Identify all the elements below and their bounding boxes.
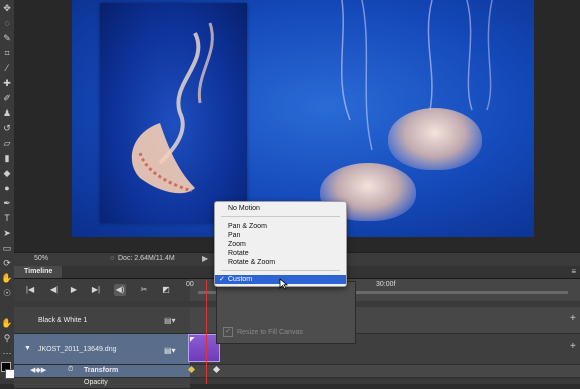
motion-dropdown-menu: No Motion Pan & Zoom Pan Zoom Rotate Rot… <box>214 201 347 287</box>
menu-item-rotate[interactable]: Rotate <box>215 249 346 258</box>
brush-tool-icon[interactable]: ✐ <box>1 92 13 104</box>
go-to-first-frame-icon[interactable]: |◀ <box>24 284 36 296</box>
motion-options-panel: ✓ Resize to Fill Canvas <box>216 281 356 344</box>
resize-checkbox-icon[interactable]: ✓ <box>223 327 233 337</box>
add-media-icon[interactable]: + <box>570 313 576 324</box>
eyedropper-tool-icon[interactable]: ⁄ <box>1 62 13 74</box>
ruler-start-label: 00 <box>186 281 194 288</box>
history-brush-icon[interactable]: ↺ <box>1 122 13 134</box>
menu-item-zoom[interactable]: Zoom <box>215 240 346 249</box>
timeline-tab[interactable]: Timeline <box>14 266 63 278</box>
quick-select-tool-icon[interactable]: ✎ <box>1 32 13 44</box>
shape-tool-icon[interactable]: ▭ <box>1 242 13 254</box>
audio-mute-icon[interactable]: ◀) <box>114 284 126 296</box>
rotate-view-tool-icon[interactable]: ☉ <box>1 287 13 299</box>
layer-row-jkost[interactable]: ▼ JKOST_2011_13649.dng ▤▾ <box>14 334 190 365</box>
document-size-info: Doc: 2.64M/11.4M <box>118 255 175 262</box>
property-name: Opacity <box>84 379 108 386</box>
stamp-tool-icon[interactable]: ♟ <box>1 107 13 119</box>
layer-name: Black & White 1 <box>38 317 88 324</box>
menu-item-label: Custom <box>228 276 253 283</box>
healing-brush-icon[interactable]: ✚ <box>1 77 13 89</box>
ruler-end-label: 30:00f <box>376 281 396 288</box>
split-at-playhead-icon[interactable]: ✂ <box>138 284 150 296</box>
zoom-tool-icon[interactable]: ⚲ <box>1 332 13 344</box>
layer-name: JKOST_2011_13649.dng <box>38 346 117 353</box>
status-menu-arrow-icon[interactable]: ▶ <box>202 254 208 263</box>
stopwatch-icon[interactable]: ⏱ <box>68 366 73 374</box>
playhead-line[interactable] <box>206 280 207 384</box>
menu-separator <box>221 216 340 217</box>
jellyfish-bell-right <box>388 108 482 170</box>
film-strip-icon[interactable]: ▤▾ <box>164 346 176 355</box>
tools-panel: ✥ ◌ ✎ ⌗ ⁄ ✚ ✐ ♟ ↺ ▱ ▮ ◆ ● ✒ T ➤ ▭ ⟳ ✋ ☉ … <box>0 0 15 384</box>
mouse-pointer-icon <box>279 278 288 290</box>
panel-menu-icon[interactable]: ≡ <box>571 266 576 278</box>
pen-tool-icon[interactable]: ✒ <box>1 197 13 209</box>
next-frame-icon[interactable]: ▶| <box>90 284 102 296</box>
eraser-tool-icon[interactable]: ▱ <box>1 137 13 149</box>
add-media-icon[interactable]: + <box>570 341 576 352</box>
3d-tool-icon[interactable]: ⟳ <box>1 257 13 269</box>
move-tool-icon[interactable]: ✥ <box>1 2 13 14</box>
property-name: Transform <box>84 367 119 374</box>
film-strip-icon[interactable]: ▤▾ <box>164 316 176 325</box>
lasso-tool-icon[interactable]: ◌ <box>1 17 13 29</box>
path-select-tool-icon[interactable]: ➤ <box>1 227 13 239</box>
crop-tool-icon[interactable]: ⌗ <box>1 47 13 59</box>
menu-item-pan[interactable]: Pan <box>215 231 346 240</box>
play-icon[interactable]: ▶ <box>68 284 80 296</box>
transition-icon[interactable]: ◩ <box>160 284 172 296</box>
gradient-tool-icon[interactable]: ▮ <box>1 152 13 164</box>
doc-info-cursor-icon: ○ <box>110 255 115 262</box>
zoom-level[interactable]: 50% <box>34 255 48 262</box>
property-row-transform[interactable]: ◀◆▶ ⏱ Transform <box>14 365 190 378</box>
expand-arrow-icon[interactable]: ▼ <box>24 345 31 352</box>
menu-item-no-motion[interactable]: No Motion <box>215 204 346 213</box>
previous-frame-icon[interactable]: ◀| <box>48 284 60 296</box>
layer-row-black-white[interactable]: Black & White 1 ▤▾ <box>14 307 190 334</box>
resize-to-fill-label: Resize to Fill Canvas <box>237 329 303 336</box>
clip-corner-icon: ◤ <box>190 337 195 343</box>
hand-tool-icon[interactable]: ✋ <box>1 272 13 284</box>
track-transform[interactable] <box>190 365 580 378</box>
more-tools-icon[interactable]: ⋯ <box>1 347 13 359</box>
type-tool-icon[interactable]: T <box>1 212 13 224</box>
hand-tool-secondary-icon[interactable]: ✋ <box>1 317 13 329</box>
dodge-tool-icon[interactable]: ● <box>1 182 13 194</box>
keyframe-nav-icon[interactable]: ◀◆▶ <box>30 366 46 374</box>
menu-item-rotate-zoom[interactable]: Rotate & Zoom <box>215 258 346 267</box>
menu-separator <box>221 270 340 271</box>
menu-item-pan-zoom[interactable]: Pan & Zoom <box>215 222 346 231</box>
blur-tool-icon[interactable]: ◆ <box>1 167 13 179</box>
checkmark-icon: ✓ <box>219 276 225 283</box>
